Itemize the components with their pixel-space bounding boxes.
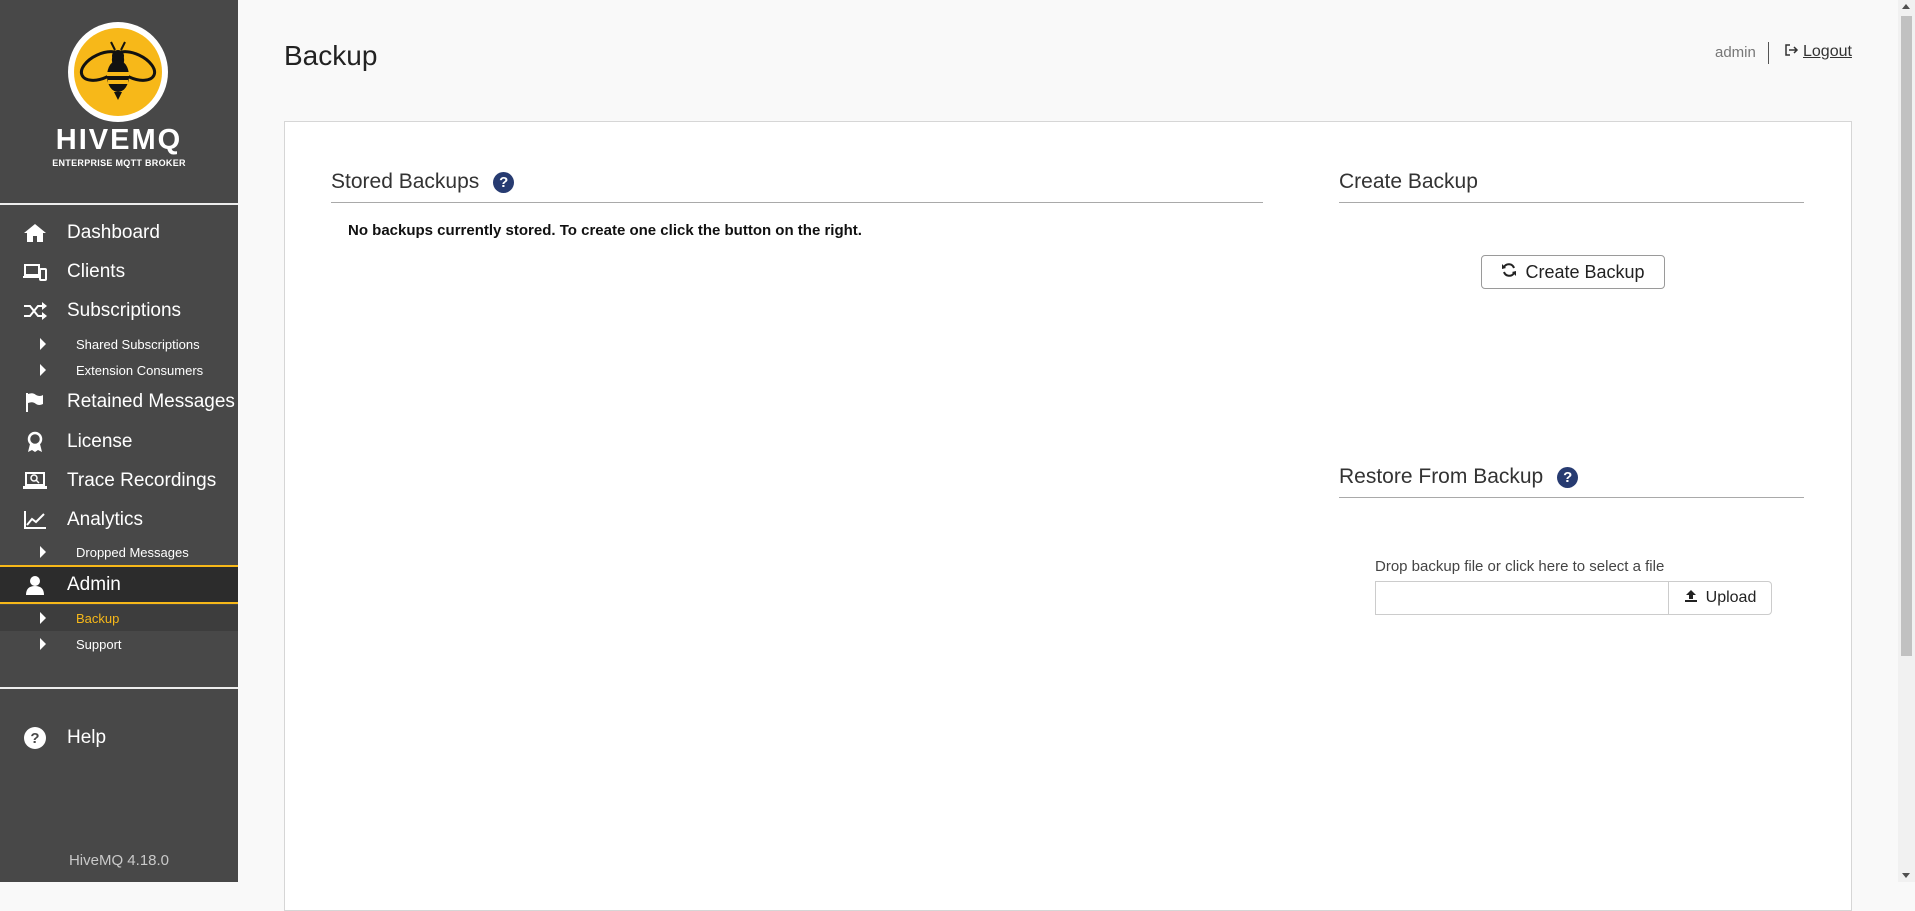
award-icon	[22, 431, 48, 453]
caret-right-icon	[40, 612, 46, 624]
sidebar-item-trace-recordings[interactable]: Trace Recordings	[0, 463, 238, 499]
help-question-icon[interactable]: ?	[1557, 466, 1579, 488]
bee-logo-icon	[68, 22, 168, 122]
sidebar-item-retained-messages[interactable]: Retained Messages	[0, 384, 238, 420]
section-divider	[1339, 202, 1804, 203]
home-icon	[22, 222, 48, 244]
sidebar-item-label: Support	[76, 636, 122, 652]
upload-button[interactable]: Upload	[1668, 581, 1772, 615]
restore-backup-title: Restore From Backup	[1339, 465, 1544, 488]
caret-right-icon	[40, 338, 46, 350]
page-scrollbar[interactable]	[1898, 0, 1915, 882]
sidebar-item-shared-subscriptions[interactable]: Shared Subscriptions	[0, 332, 238, 356]
sidebar-item-extension-consumers[interactable]: Extension Consumers	[0, 358, 238, 382]
sidebar-item-help[interactable]: ? Help	[0, 720, 238, 756]
sidebar-item-analytics[interactable]: Analytics	[0, 502, 238, 538]
sidebar-item-label: Trace Recordings	[67, 470, 217, 491]
logout-icon	[1785, 43, 1799, 61]
empty-backups-message: No backups currently stored. To create o…	[348, 222, 862, 239]
create-backup-heading: Create Backup	[1339, 170, 1478, 194]
user-icon	[22, 574, 48, 596]
sidebar-item-admin[interactable]: Admin	[0, 565, 238, 604]
brand-name: HIVEMQ	[55, 124, 183, 156]
shuffle-icon	[22, 300, 48, 322]
hivemq-logo[interactable]: HIVEMQ ENTERPRISE MQTT BROKER	[0, 0, 238, 203]
scroll-up-arrow-icon[interactable]	[1902, 4, 1910, 9]
sidebar-item-clients[interactable]: Clients	[0, 254, 238, 290]
devices-icon	[22, 261, 48, 283]
svg-text:?: ?	[30, 730, 39, 747]
sidebar-item-subscriptions[interactable]: Subscriptions	[0, 293, 238, 329]
sidebar-divider	[0, 687, 238, 689]
create-backup-button[interactable]: Create Backup	[1481, 255, 1665, 289]
sidebar-item-label: License	[67, 431, 133, 452]
current-user: admin	[1715, 44, 1756, 61]
sidebar-item-label: Shared Subscriptions	[76, 336, 200, 352]
sidebar-item-label: Analytics	[67, 509, 144, 530]
laptop-search-icon	[22, 470, 48, 492]
logout-link[interactable]: Logout	[1785, 43, 1852, 61]
sidebar-item-label: Extension Consumers	[76, 362, 204, 378]
page-title: Backup	[284, 40, 378, 71]
sidebar-item-label: Subscriptions	[67, 300, 182, 321]
create-backup-title: Create Backup	[1339, 170, 1478, 193]
section-divider	[331, 202, 1263, 203]
stored-backups-title: Stored Backups	[331, 170, 480, 193]
sidebar-item-backup[interactable]: Backup	[0, 605, 238, 631]
caret-right-icon	[40, 638, 46, 650]
sidebar-item-label: Help	[67, 727, 107, 748]
help-question-icon[interactable]: ?	[493, 171, 515, 193]
sidebar-item-license[interactable]: License	[0, 424, 238, 460]
header-divider	[1768, 42, 1769, 64]
sidebar-item-label: Admin	[67, 573, 121, 595]
caret-right-icon	[40, 546, 46, 558]
sidebar-item-label: Retained Messages	[67, 391, 235, 412]
drop-file-label[interactable]: Drop backup file or click here to select…	[1375, 558, 1664, 575]
version-label: HiveMQ 4.18.0	[68, 852, 170, 869]
flag-icon	[22, 391, 48, 413]
sidebar-item-label: Dashboard	[67, 222, 160, 243]
caret-right-icon	[40, 364, 46, 376]
backup-file-input[interactable]	[1375, 581, 1669, 615]
sidebar-item-support[interactable]: Support	[0, 632, 238, 656]
scroll-thumb[interactable]	[1901, 16, 1912, 656]
logout-label: Logout	[1803, 43, 1852, 60]
sidebar-item-dashboard[interactable]: Dashboard	[0, 215, 238, 251]
backup-panel: Stored Backups ? No backups currently st…	[284, 121, 1852, 911]
sidebar-divider	[0, 203, 238, 205]
scroll-down-arrow-icon[interactable]	[1902, 873, 1910, 878]
sidebar-item-label: Backup	[76, 610, 120, 626]
brand-subtitle: ENTERPRISE MQTT BROKER	[52, 158, 186, 168]
upload-icon	[1684, 589, 1698, 608]
sidebar-item-label: Clients	[67, 261, 126, 282]
restore-backup-heading: Restore From Backup ?	[1339, 465, 1579, 489]
section-divider	[1339, 497, 1804, 498]
sidebar-item-label: Dropped Messages	[76, 544, 189, 560]
create-backup-label: Create Backup	[1525, 261, 1645, 282]
sidebar-item-dropped-messages[interactable]: Dropped Messages	[0, 540, 238, 564]
sidebar: HIVEMQ ENTERPRISE MQTT BROKER Dashboard …	[0, 0, 238, 882]
refresh-icon	[1501, 262, 1517, 283]
upload-label: Upload	[1705, 589, 1757, 606]
stored-backups-heading: Stored Backups ?	[331, 170, 515, 194]
help-icon: ?	[22, 727, 48, 749]
line-chart-icon	[22, 509, 48, 531]
